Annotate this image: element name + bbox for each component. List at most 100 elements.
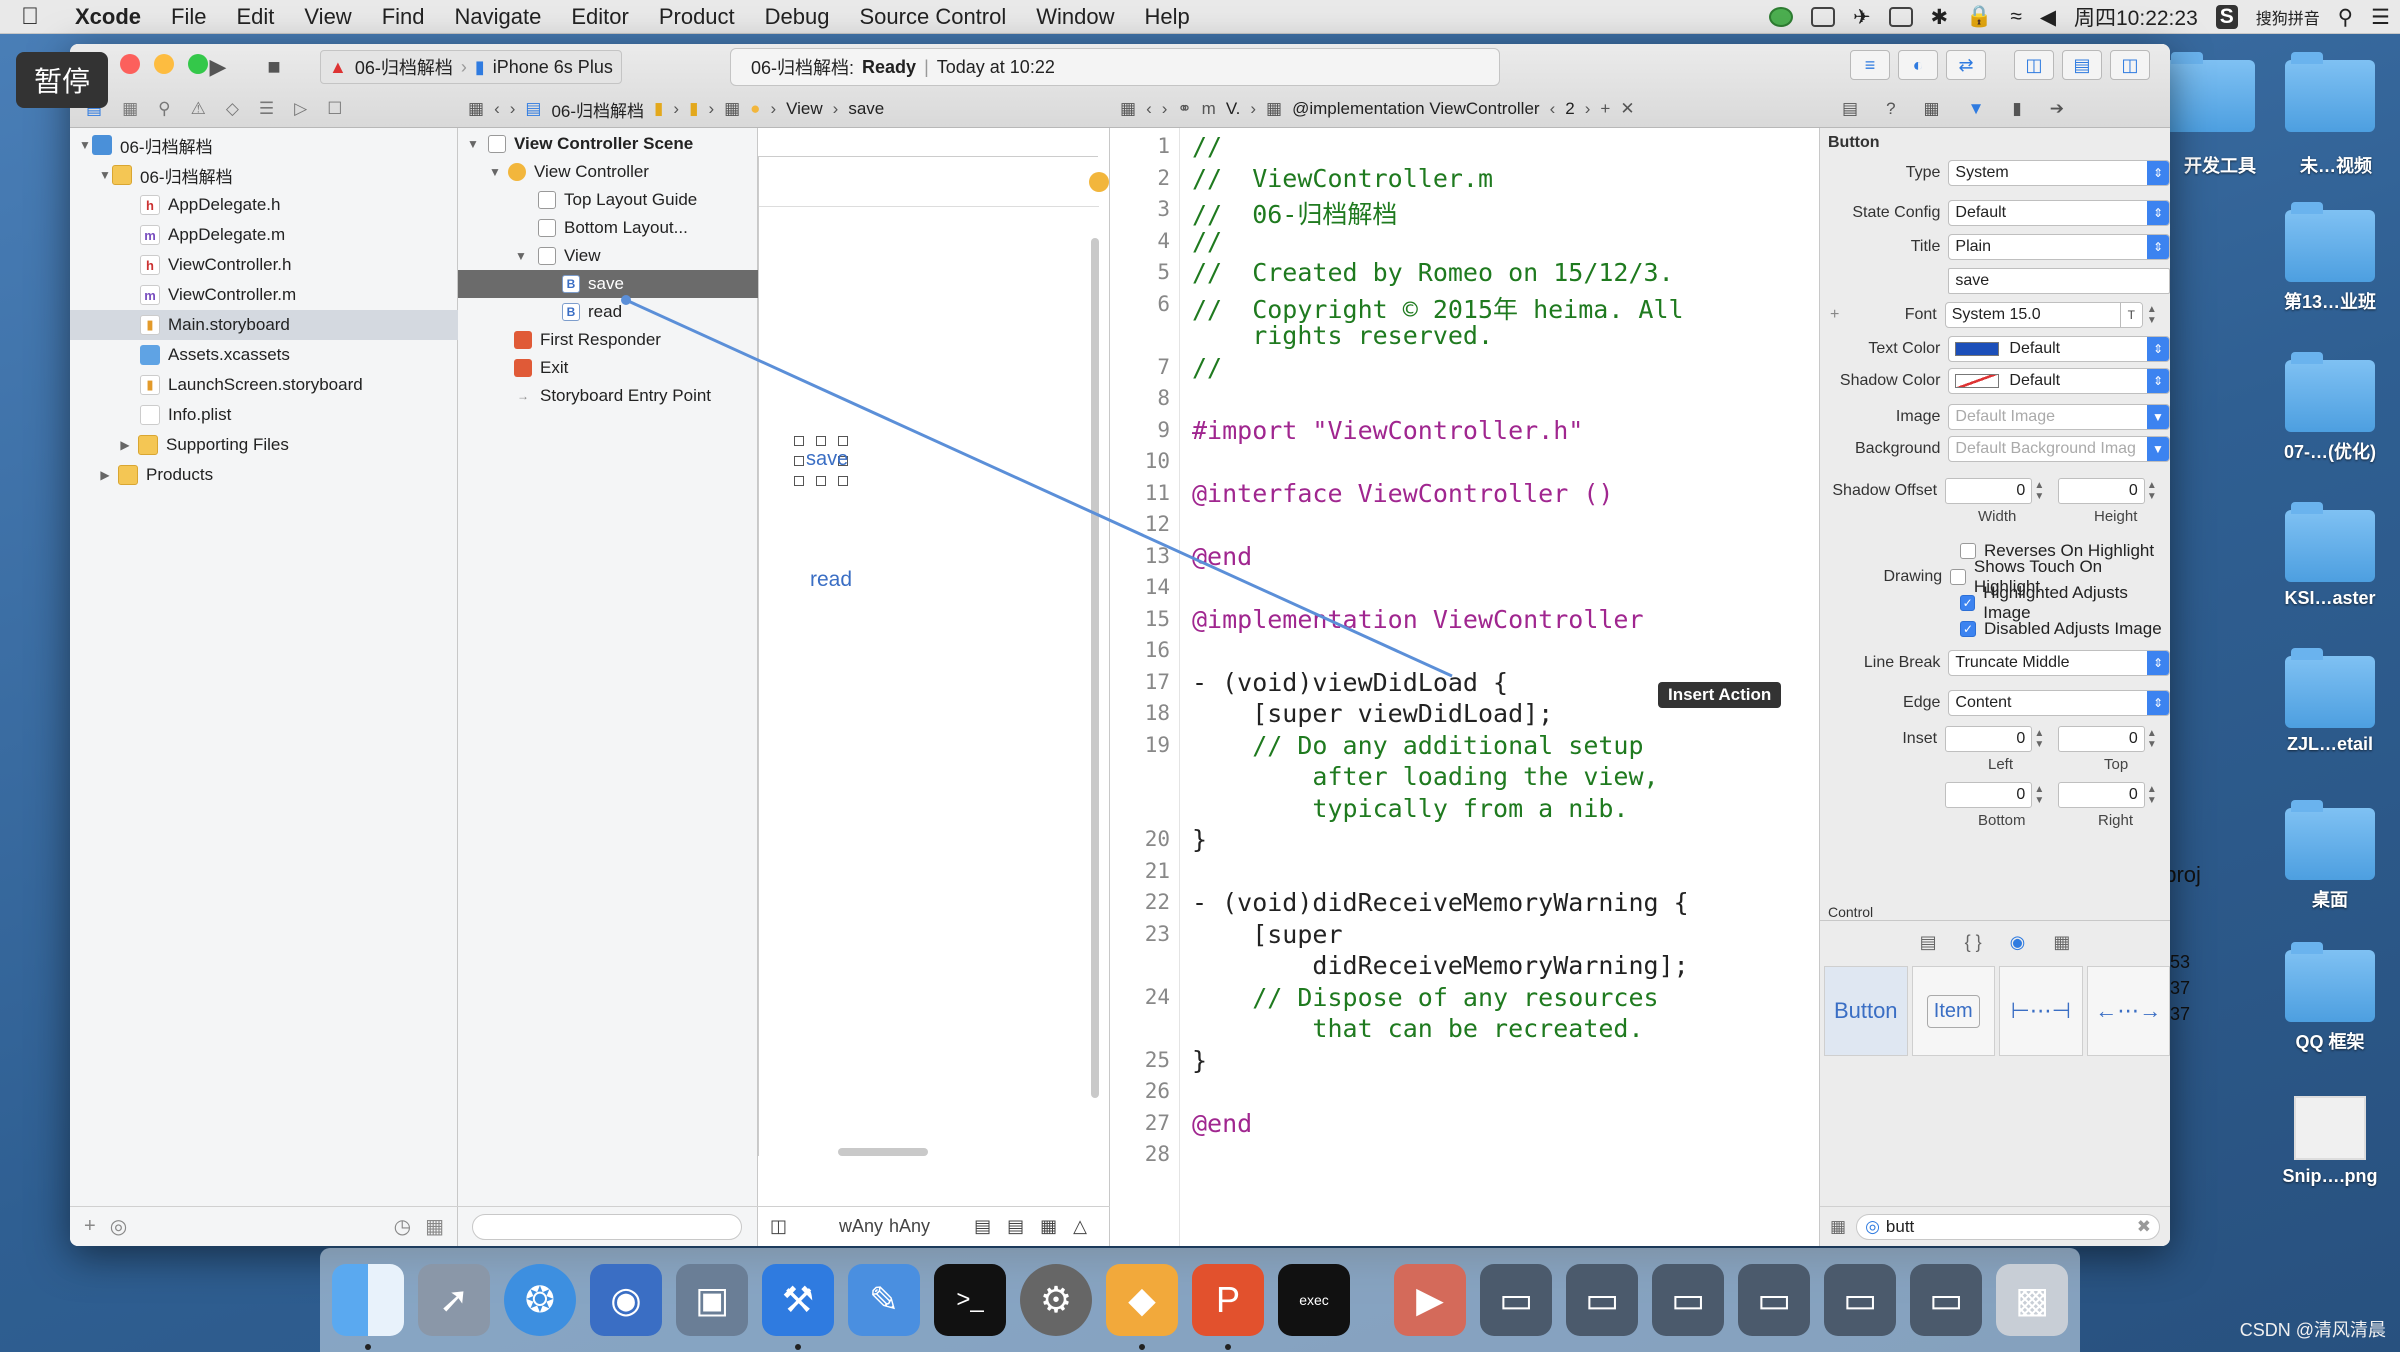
disclosure-open-icon[interactable]: ▼ — [488, 165, 502, 179]
desktop-label-dev-tools[interactable]: 开发工具 — [2160, 152, 2280, 178]
menu-editor[interactable]: Editor — [556, 4, 643, 30]
resize-handle[interactable] — [794, 436, 804, 446]
code-line[interactable]: @end — [1192, 1109, 1252, 1138]
jump-bar-project[interactable]: 06-归档解档 — [551, 97, 644, 122]
inset-bottom-stepper[interactable]: ▲ ▼ — [2034, 784, 2047, 806]
camera-icon[interactable] — [1888, 7, 1913, 27]
code-line[interactable]: } — [1192, 825, 1207, 854]
resize-handle[interactable] — [838, 436, 848, 446]
library-search-field[interactable]: ◎ butt ✖ — [1856, 1213, 2160, 1240]
next-counterpart-icon[interactable]: › — [1585, 99, 1591, 119]
outline-entry-point[interactable]: → Storyboard Entry Point — [458, 382, 758, 410]
powerpoint-icon[interactable]: P — [1192, 1264, 1264, 1350]
outline-exit[interactable]: Exit — [458, 354, 758, 382]
ime-label[interactable]: 搜狗拼音 — [2256, 5, 2320, 29]
nav-item-viewcontroller-m[interactable]: m ViewController.m — [70, 280, 458, 310]
nav-item-viewcontroller-h[interactable]: h ViewController.h — [70, 250, 458, 280]
media-library-icon[interactable]: ▦ — [2053, 932, 2070, 953]
code-line[interactable]: } — [1192, 1046, 1207, 1075]
desktop-folder-qq[interactable]: QQ 框架 — [2270, 942, 2390, 1054]
disclosure-open-icon[interactable]: ▼ — [98, 168, 112, 182]
code-line[interactable]: - (void)didReceiveMemoryWarning { — [1192, 888, 1689, 917]
shadow-color-popup[interactable]: Default ⇕ — [1948, 368, 2170, 394]
inset-left-field[interactable]: 0 — [1945, 726, 2033, 752]
menu-file[interactable]: File — [156, 4, 221, 30]
code-line[interactable]: // 06-归档解档 — [1192, 195, 1397, 231]
stack-icon[interactable]: ▤ — [974, 1216, 991, 1237]
scheme-selector[interactable]: ▲ 06-归档解档 › ▮ iPhone 6s Plus — [320, 50, 622, 84]
menu-product[interactable]: Product — [644, 4, 750, 30]
library-button-item[interactable]: Button — [1824, 966, 1908, 1056]
xcode-icon[interactable]: ⚒ — [762, 1264, 834, 1350]
outline-bottom-layout-guide[interactable]: Bottom Layout... — [458, 214, 758, 242]
code-line[interactable]: #import "ViewController.h" — [1192, 416, 1583, 445]
report-navigator-icon[interactable]: ☐ — [327, 99, 342, 119]
forward-icon[interactable]: › — [510, 99, 516, 119]
quicktime-icon[interactable]: ▶ — [1394, 1264, 1466, 1336]
add-file-icon[interactable]: + — [84, 1215, 96, 1238]
sketch-icon[interactable]: ◆ — [1106, 1264, 1178, 1350]
file-inspector-icon[interactable]: ▤ — [1842, 99, 1858, 119]
outline-save-button[interactable]: B save — [458, 270, 758, 298]
ime-s-icon[interactable]: S — [2215, 5, 2238, 29]
align-icon[interactable]: ▤ — [1007, 1216, 1024, 1237]
inset-left-stepper[interactable]: ▲ ▼ — [2034, 728, 2047, 750]
title-text-field[interactable]: save — [1948, 268, 2170, 294]
disabled-adjusts-row[interactable]: ✓ Disabled Adjusts Image — [1820, 616, 2170, 642]
text-color-popup[interactable]: Default ⇕ — [1948, 336, 2170, 362]
outline-view-controller[interactable]: ▼ View Controller — [458, 158, 758, 186]
minimized-window-6-icon[interactable]: ▭ — [1910, 1264, 1982, 1336]
bluetooth-icon[interactable]: ✱ — [1931, 5, 1949, 30]
wifi-icon[interactable]: ≈ — [2010, 5, 2022, 29]
resize-handle[interactable] — [816, 476, 826, 486]
code-line[interactable]: typically from a nib. — [1192, 794, 1628, 823]
nav-item-appdelegate-m[interactable]: m AppDelegate.m — [70, 220, 458, 250]
notification-center-icon[interactable]: ☰ — [2371, 5, 2390, 30]
code-line[interactable]: @implementation ViewController — [1192, 605, 1644, 634]
connections-inspector-icon[interactable]: ➔ — [2050, 99, 2064, 119]
menu-app-name[interactable]: Xcode — [60, 4, 156, 30]
nav-item-supporting-files[interactable]: ▶ Supporting Files — [70, 430, 458, 460]
minimized-window-2-icon[interactable]: ▭ — [1566, 1264, 1638, 1336]
run-button[interactable]: ▶ — [198, 50, 238, 84]
disclosure-closed-icon[interactable]: ▶ — [98, 468, 112, 482]
terminal-icon[interactable]: >_ — [934, 1264, 1006, 1336]
close-editor-icon[interactable]: ✕ — [1620, 99, 1634, 119]
quick-help-icon[interactable]: ? — [1886, 99, 1895, 119]
resize-handle[interactable] — [794, 476, 804, 486]
apple-menu-icon[interactable]:  — [0, 3, 60, 31]
type-popup[interactable]: System ⇕ — [1948, 160, 2170, 186]
code-line[interactable]: // — [1192, 227, 1222, 256]
disclosure-open-icon[interactable]: ▼ — [514, 249, 528, 263]
shadow-width-field[interactable]: 0 — [1945, 478, 2033, 504]
resize-handle[interactable] — [816, 436, 826, 446]
menu-edit[interactable]: Edit — [221, 4, 289, 30]
library-fixed-space-icon[interactable]: ⊢⋯⊣ — [1999, 966, 2083, 1056]
storyboard-canvas[interactable]: save read ◫ wAny hAny ▤ ▤ ▦ △ — [758, 128, 1110, 1246]
canvas-read-button[interactable]: read — [810, 568, 852, 592]
line-break-popup[interactable]: Truncate Middle ⇕ — [1948, 650, 2170, 676]
nav-item-products[interactable]: ▶ Products — [70, 460, 458, 490]
lock-icon[interactable]: 🔒 — [1966, 5, 1992, 29]
issue-navigator-icon[interactable]: ⚠ — [191, 99, 206, 119]
stop-button[interactable]: ■ — [254, 50, 294, 84]
inset-right-stepper[interactable]: ▲ ▼ — [2147, 784, 2160, 806]
minimize-window-button[interactable] — [154, 54, 174, 74]
desktop-folder-zjl[interactable]: ZJL…etail — [2270, 648, 2390, 755]
version-editor-icon[interactable]: ⇄ — [1946, 50, 1986, 80]
nav-item-assets[interactable]: Assets.xcassets — [70, 340, 458, 370]
highlighted-adjusts-row[interactable]: ✓ Highlighted Adjusts Image — [1820, 583, 2170, 622]
find-navigator-icon[interactable]: ⚲ — [158, 99, 170, 119]
font-picker-icon[interactable]: T — [2119, 303, 2142, 327]
clock-text[interactable]: 周四10:22:23 — [2074, 2, 2198, 32]
toggle-navigator-icon[interactable]: ◫ — [2014, 50, 2054, 80]
sync-icon[interactable] — [1768, 7, 1793, 27]
pin-icon[interactable]: ▦ — [1040, 1216, 1057, 1237]
disclosure-closed-icon[interactable]: ▶ — [118, 438, 132, 452]
counterparts-icon[interactable]: ⚭ — [1177, 99, 1191, 119]
resolve-icon[interactable]: △ — [1073, 1216, 1087, 1237]
background-combo[interactable]: Default Background Imag ▼ — [1948, 436, 2170, 462]
shadow-height-field[interactable]: 0 — [2057, 478, 2145, 504]
trash-icon[interactable]: ▩ — [1996, 1264, 2068, 1336]
spotlight-search-icon[interactable]: ⚲ — [2338, 5, 2353, 30]
